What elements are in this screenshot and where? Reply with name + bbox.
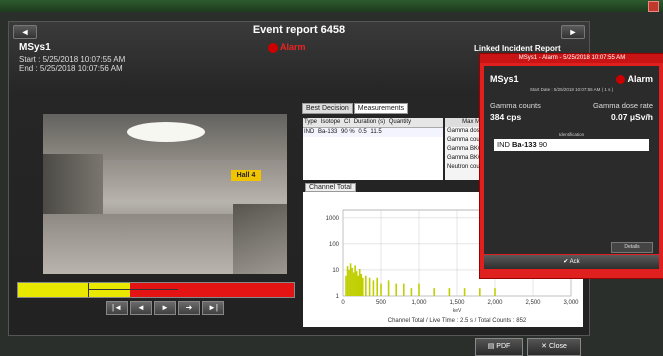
x-tick-label: 1,000 — [411, 300, 427, 306]
x-tick-label: 2,000 — [487, 300, 503, 306]
table-row[interactable]: IND Ba-133 90 % 0.5 11.5 — [303, 128, 443, 137]
check-icon: ✔ — [563, 259, 569, 265]
close-button[interactable]: ✕ Close — [527, 338, 581, 356]
cell-duration: 0.5 — [358, 129, 367, 135]
timeline-alarm-segment — [130, 283, 294, 297]
decision-table: Type Isotope CI Duration (s) Quantity IN… — [303, 118, 443, 180]
close-x-icon: ✕ — [541, 343, 547, 350]
cell-isotope: Ba-133 — [318, 129, 338, 135]
chart-caption: Channel Total / Live Time : 2.5 s / Tota… — [388, 318, 527, 324]
timeline-cursor[interactable] — [88, 283, 89, 297]
x-tick-label: 3,000 — [563, 300, 579, 306]
details-button[interactable]: Details — [611, 242, 653, 253]
gamma-dose-value: 0.07 μSv/h — [610, 112, 653, 122]
radiation-icon — [616, 75, 626, 85]
col-ci[interactable]: CI — [343, 118, 351, 127]
step-back-button[interactable]: ◄ — [130, 301, 152, 315]
y-tick-label: 1000 — [326, 216, 340, 222]
tab-channel-total[interactable]: Channel Total — [305, 183, 356, 192]
identification-ci: 90 — [538, 140, 548, 149]
pdf-label: PDF — [496, 343, 511, 350]
device-name: MSys1 — [19, 42, 51, 53]
playback-controls: |◄ ◄ ► ➜ ►| — [106, 301, 226, 315]
x-tick-label: 2,500 — [525, 300, 541, 306]
y-tick-label: 100 — [329, 242, 340, 248]
table-header: Type Isotope CI Duration (s) Quantity — [303, 118, 443, 128]
identification-isotope: Ba-133 — [512, 140, 537, 149]
skip-start-button[interactable]: |◄ — [106, 301, 128, 315]
photo-escalator — [233, 204, 287, 274]
close-label: Close — [548, 343, 567, 350]
popup-date: Start Date : 5/25/2018 10:07:55 AM ( 1 s… — [529, 87, 614, 92]
ack-label: Ack — [569, 259, 580, 265]
background-window-strip — [0, 0, 663, 12]
skip-end-button[interactable]: ►| — [202, 301, 224, 315]
start-time: Start : 5/25/2018 10:07:55 AM — [19, 55, 126, 64]
gamma-counts-value: 384 cps — [490, 112, 522, 122]
popup-device: MSys1 — [490, 74, 519, 84]
end-time: End : 5/25/2018 10:07:56 AM — [19, 64, 123, 73]
popup-header: MSys1 - Alarm - 5/25/2018 10:07:55 AM — [480, 54, 663, 63]
y-tick-label: 1 — [336, 294, 340, 300]
step-forward-button[interactable]: ➜ — [178, 301, 200, 315]
x-tick-label: 0 — [341, 300, 345, 306]
playback-timeline[interactable] — [17, 282, 295, 298]
window-title: Event report 6458 — [252, 24, 346, 36]
play-button[interactable]: ► — [154, 301, 176, 315]
identification-type: IND — [497, 140, 510, 149]
col-duration[interactable]: Duration (s) — [353, 118, 386, 127]
x-axis-label: keV — [453, 308, 462, 314]
camera-snapshot[interactable]: Hall 4 — [43, 114, 287, 274]
tab-best-decision[interactable]: Best Decision — [302, 103, 353, 114]
x-tick-label: 500 — [376, 300, 387, 306]
col-type[interactable]: Type — [303, 118, 318, 127]
alarm-popup: MSys1 - Alarm - 5/25/2018 10:07:55 AM MS… — [479, 53, 663, 279]
pdf-button[interactable]: ▤ PDF — [475, 338, 523, 356]
alarm-label: Alarm — [280, 42, 306, 52]
col-quantity[interactable]: Quantity — [388, 118, 412, 127]
popup-body: MSys1 Alarm Start Date : 5/25/2018 10:07… — [484, 66, 659, 254]
document-icon: ▤ — [487, 343, 495, 350]
alarm-indicator: Alarm — [268, 42, 306, 53]
gamma-dose-label: Gamma dose rate — [592, 101, 653, 110]
cell-quantity: 11.5 — [370, 129, 382, 135]
ack-button[interactable]: ✔ Ack — [484, 255, 659, 269]
col-isotope[interactable]: Isotope — [320, 118, 342, 127]
linked-incident-title: Linked Incident Report — [474, 44, 561, 53]
popup-alarm: Alarm — [616, 74, 653, 85]
result-tabs: Best Decision Measurements — [302, 103, 409, 114]
timeline-normal-segment — [18, 283, 130, 297]
identification-field: IND Ba-133 90 — [494, 139, 649, 151]
cell-ci: 90 % — [341, 129, 355, 135]
radiation-icon — [268, 42, 278, 53]
photo-ceiling-light — [127, 122, 205, 142]
y-tick-label: 10 — [332, 268, 339, 274]
hall-sign: Hall 4 — [231, 170, 261, 181]
x-tick-label: 1,500 — [449, 300, 465, 306]
cell-type: IND — [304, 129, 315, 135]
close-icon[interactable] — [648, 1, 659, 12]
tab-measurements[interactable]: Measurements — [353, 103, 409, 114]
timeline-track — [88, 289, 178, 290]
popup-alarm-label: Alarm — [627, 74, 653, 84]
gamma-counts-label: Gamma counts — [490, 101, 541, 110]
identification-label: Identification — [558, 132, 585, 137]
